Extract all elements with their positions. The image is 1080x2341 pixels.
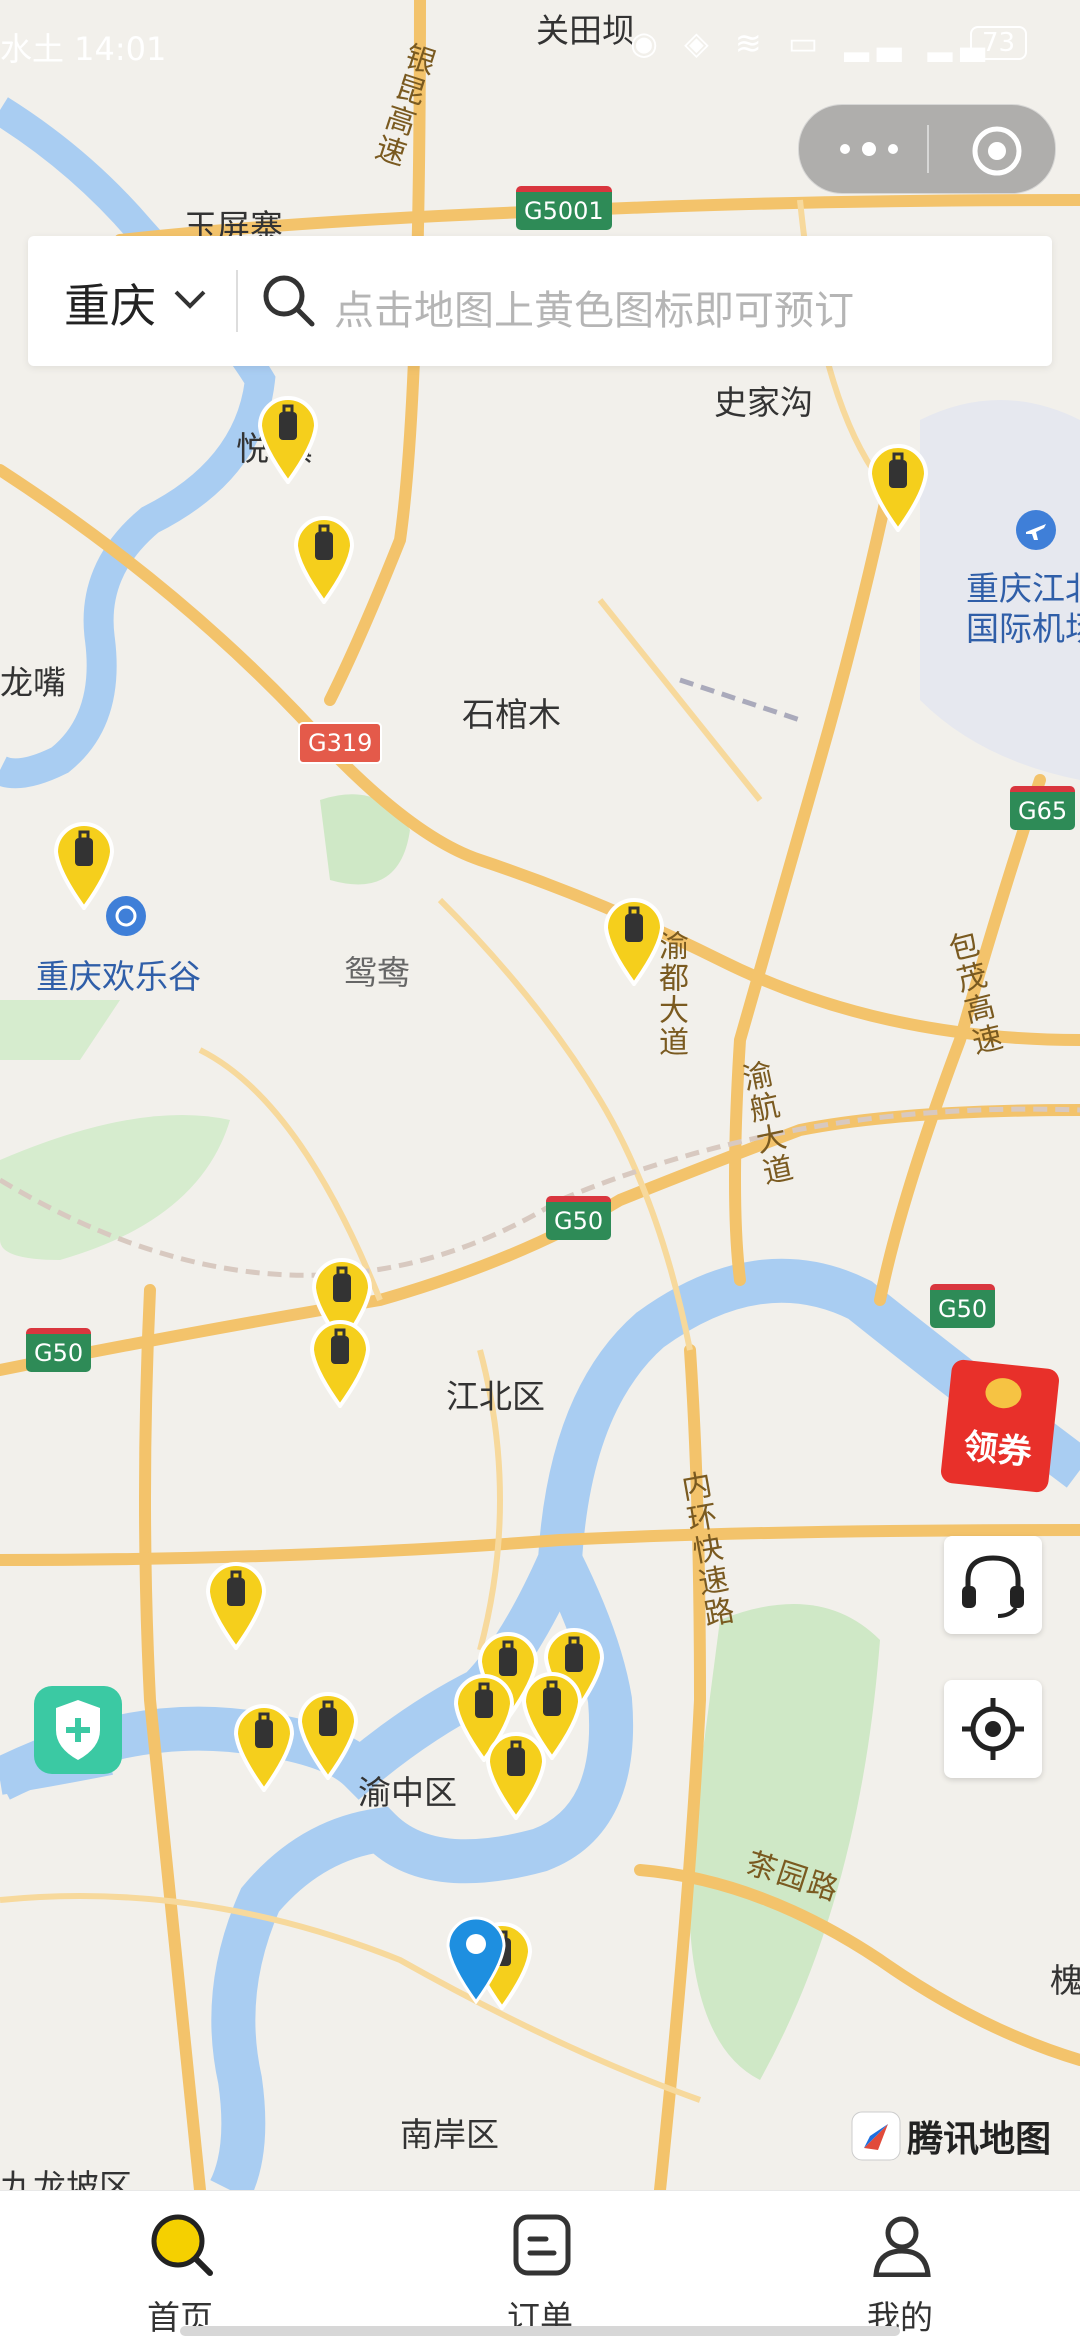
locate-button[interactable]	[944, 1680, 1042, 1778]
more-menu-button[interactable]	[829, 129, 909, 169]
coupon-label: 领券	[961, 1426, 1034, 1474]
shield-plus-icon	[56, 1700, 100, 1760]
place-shijiagou: 史家沟	[714, 383, 813, 422]
storage-pin[interactable]	[602, 896, 666, 986]
search-divider	[236, 270, 238, 332]
search-bar: 重庆 点击地图上黄色图标即可预订	[28, 236, 1052, 366]
storage-pin[interactable]	[308, 1318, 372, 1408]
shield-g319: G319	[298, 722, 383, 764]
tencent-map-logo: 腾讯地图	[850, 2110, 1051, 2162]
place-longzui: 龙嘴	[0, 663, 66, 702]
place-yuzhong: 渝中区	[358, 1773, 457, 1812]
provider-label: 腾讯地图	[907, 2119, 1052, 2160]
status-time: 水土 14:01	[0, 30, 167, 68]
safety-button[interactable]	[34, 1686, 122, 1774]
airport-icon	[1016, 510, 1056, 550]
city-label: 重庆	[64, 279, 156, 333]
place-huanlegu: 重庆欢乐谷	[36, 957, 201, 996]
home-search-icon	[151, 2214, 213, 2276]
compass-icon	[851, 2111, 901, 2161]
city-selector[interactable]: 重庆	[28, 236, 234, 366]
place-shiguanmu: 石棺木	[462, 695, 561, 734]
miniprogram-capsule	[798, 104, 1056, 194]
search-input[interactable]: 点击地图上黄色图标即可预订	[334, 278, 854, 336]
place-nanan: 南岸区	[400, 2115, 499, 2154]
storage-pin[interactable]	[52, 820, 116, 910]
locate-icon	[962, 1698, 1024, 1760]
status-bar: 水土 14:01 ◉ ◈ ≋ ▭ ▂▃ ▂▃ 73	[0, 14, 1080, 68]
capsule-divider	[927, 125, 929, 173]
target-icon	[972, 126, 1022, 176]
place-airport-line2: 国际机场	[966, 609, 1080, 648]
place-yuanyang: 鸳鸯	[344, 953, 410, 992]
headset-icon	[962, 1555, 1024, 1618]
storage-pin[interactable]	[296, 1690, 360, 1780]
more-dots-icon	[840, 142, 898, 156]
current-location-pin	[446, 1916, 506, 2004]
storage-pin[interactable]	[866, 442, 930, 532]
shield-g50-center: G50	[546, 1196, 612, 1240]
storage-pin[interactable]	[292, 514, 356, 604]
tab-orders[interactable]: 订单	[440, 2191, 640, 2341]
shield-g50-right: G50	[930, 1284, 996, 1328]
search-icon	[263, 275, 315, 327]
order-icon	[513, 2214, 571, 2276]
storage-pin[interactable]	[484, 1730, 548, 1820]
tab-home[interactable]: 首页	[80, 2191, 280, 2341]
coupon-button[interactable]: 领券	[939, 1358, 1061, 1494]
status-icons: ◉ ◈ ≋ ▭ ▂▃ ▂▃	[630, 24, 993, 62]
shield-g5001: G5001	[516, 186, 612, 230]
battery-indicator: 73	[970, 26, 1028, 60]
tab-bar: 首页 订单 我的	[0, 2190, 1080, 2341]
shield-g65: G65	[1010, 786, 1076, 830]
storage-pin[interactable]	[204, 1560, 268, 1650]
profile-icon	[873, 2216, 931, 2277]
place-huai: 槐	[1050, 1961, 1080, 2000]
close-miniprogram-button[interactable]	[969, 123, 1025, 179]
place-jiangbei: 江北区	[446, 1377, 545, 1416]
place-jiulongpo: 九龙坡区	[0, 2167, 132, 2190]
shield-g50-left: G50	[26, 1328, 92, 1372]
chevron-down-icon	[174, 290, 206, 309]
home-indicator	[180, 2326, 900, 2336]
storage-pin[interactable]	[256, 394, 320, 484]
coupon-seal-icon	[983, 1376, 1023, 1410]
customer-service-button[interactable]	[944, 1536, 1042, 1634]
tab-profile[interactable]: 我的	[800, 2191, 1000, 2341]
storage-pin[interactable]	[232, 1702, 296, 1792]
